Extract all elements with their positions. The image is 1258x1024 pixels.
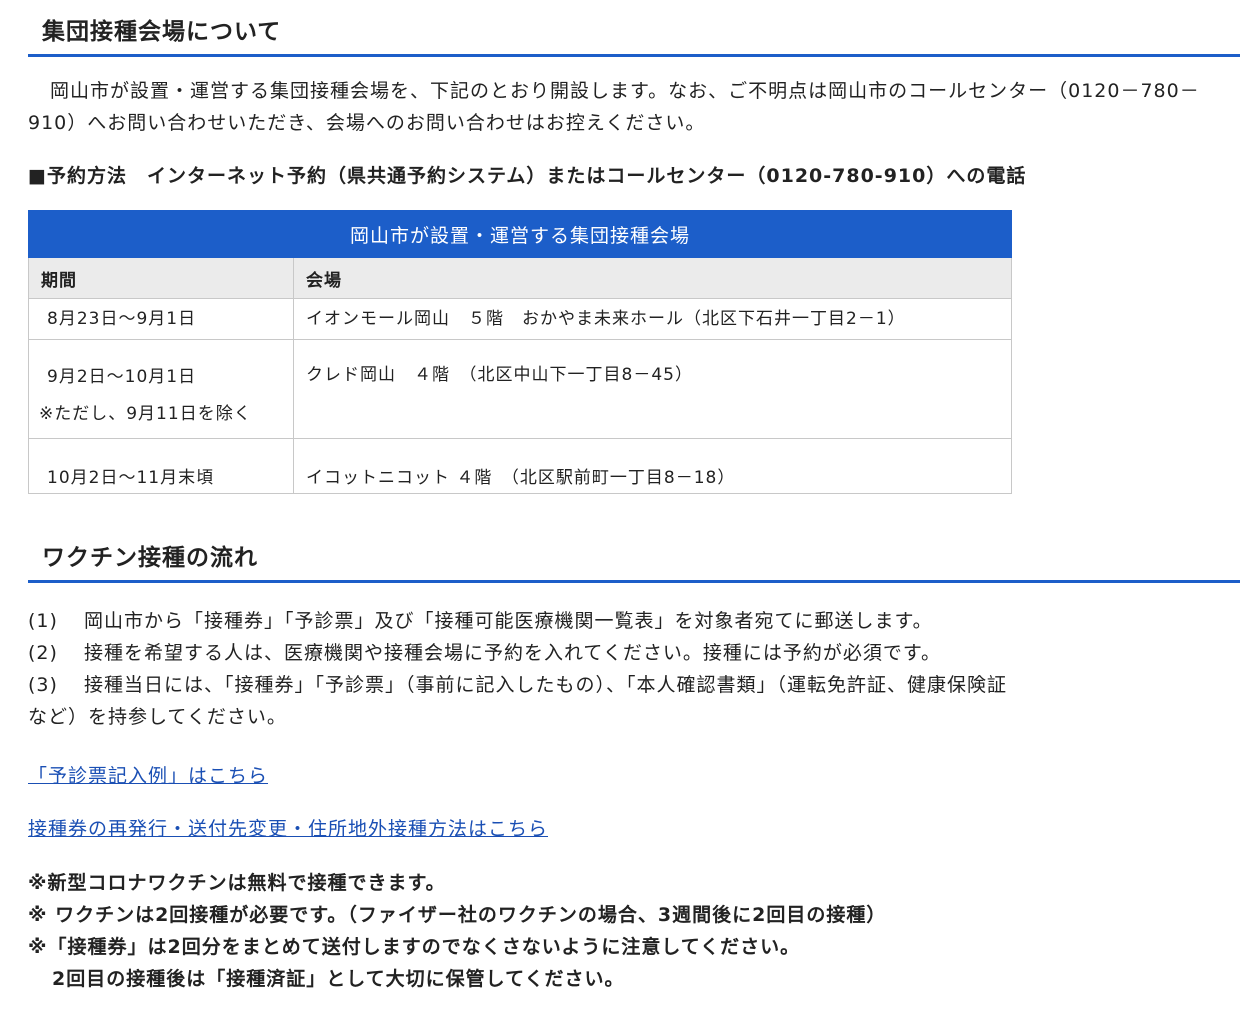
link-wrapper: 接種券の再発行・送付先変更・住所地外接種方法はこちら — [28, 814, 1240, 841]
note-line: ※「接種券」は2回分をまとめて送付しますのでなくさないように注意してください。 — [28, 936, 801, 958]
period-cell: 10月2日～11月末頃 — [28, 438, 294, 494]
link-ticket-reissue[interactable]: 接種券の再発行・送付先変更・住所地外接種方法はこちら — [28, 814, 548, 841]
period-cell: 8月23日～9月1日 — [28, 298, 294, 340]
period-cell: 9月2日～10月1日 ※ただし、9月11日を除く — [28, 339, 294, 439]
flow-step: (2) 接種を希望する人は、医療機関や接種会場に予約を入れてください。接種には予約… — [28, 637, 1240, 669]
table-row: 9月2日～10月1日 ※ただし、9月11日を除く クレド岡山 ４階 （北区中山下… — [28, 339, 1012, 439]
flow-step: (1) 岡山市から「接種券」「予診票」及び「接種可能医療機関一覧表」を対象者宛てに… — [28, 605, 1240, 637]
intro-paragraph: 岡山市が設置・運営する集団接種会場を、下記のとおり開設します。なお、ご不明点は岡… — [28, 80, 1200, 134]
section-heading-flow: ワクチン接種の流れ — [28, 526, 1240, 583]
period-text: 10月2日～11月末頃 — [47, 468, 215, 488]
period-text: 8月23日～9月1日 — [47, 309, 197, 329]
note-line: ※ ワクチンは2回接種が必要です。（ファイザー社のワクチンの場合、3週間後に2回… — [28, 904, 887, 926]
flow-step: (3) 接種当日には、「接種券」「予診票」（事前に記入したもの）、「本人確認書類」… — [28, 669, 1240, 701]
page: 集団接種会場について 岡山市が設置・運営する集団接種会場を、下記のとおり開設しま… — [0, 0, 1240, 995]
notes: ※新型コロナワクチンは無料で接種できます。 ※ ワクチンは2回接種が必要です。（… — [28, 867, 1240, 995]
link-questionnaire-example[interactable]: 「予診票記入例」はこちら — [28, 761, 268, 788]
note-line: ※新型コロナワクチンは無料で接種できます。 — [28, 872, 446, 894]
step-number: (2) — [28, 642, 58, 664]
period-text: 9月2日～10月1日 — [47, 367, 197, 387]
note-line: 2回目の接種後は「接種済証」として大切に保管してください。 — [52, 968, 625, 990]
section-heading-venues: 集団接種会場について — [28, 0, 1240, 57]
step-number: (1) — [28, 610, 58, 632]
column-header-venue: 会場 — [293, 257, 1012, 299]
booking-method: ■予約方法 インターネット予約（県共通予約システム）またはコールセンター（012… — [28, 165, 1027, 187]
table-row: 10月2日～11月末頃 イコットニコット ４階 （北区駅前町一丁目8－18） — [28, 438, 1012, 494]
step-text: 接種を希望する人は、医療機関や接種会場に予約を入れてください。接種には予約が必須… — [84, 642, 941, 664]
venues-table: 岡山市が設置・運営する集団接種会場 期間 会場 8月23日～9月1日 イオンモー… — [28, 210, 1012, 494]
venue-text: クレド岡山 ４階 （北区中山下一丁目8－45） — [306, 365, 693, 385]
table-caption: 岡山市が設置・運営する集団接種会場 — [28, 210, 1012, 258]
step-text: 接種当日には、「接種券」「予診票」（事前に記入したもの）、「本人確認書類」（運転… — [84, 674, 1008, 696]
venue-cell: イコットニコット ４階 （北区駅前町一丁目8－18） — [293, 438, 1012, 494]
table-row: 8月23日～9月1日 イオンモール岡山 ５階 おかやま未来ホール（北区下石井一丁… — [28, 298, 1012, 340]
step-number: (3) — [28, 674, 58, 696]
venue-text: イコットニコット ４階 （北区駅前町一丁目8－18） — [306, 468, 736, 488]
column-header-period: 期間 — [28, 257, 294, 299]
step-text: 岡山市から「接種券」「予診票」及び「接種可能医療機関一覧表」を対象者宛てに郵送し… — [84, 610, 933, 632]
flow-step-continuation: など）を持参してください。 — [28, 706, 287, 728]
flow-steps: (1) 岡山市から「接種券」「予診票」及び「接種可能医療機関一覧表」を対象者宛てに… — [28, 605, 1240, 733]
venue-cell: クレド岡山 ４階 （北区中山下一丁目8－45） — [293, 339, 1012, 439]
period-note: ※ただし、9月11日を除く — [39, 404, 252, 424]
venue-cell: イオンモール岡山 ５階 おかやま未来ホール（北区下石井一丁目2－1） — [293, 298, 1012, 340]
